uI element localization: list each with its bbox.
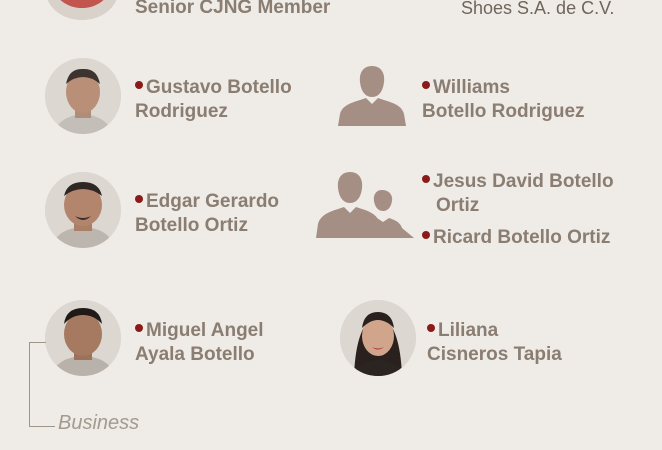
group-silhouette-icon [316,170,416,238]
person-name-williams: Williams Botello Rodriguez [422,77,585,122]
member-role-label: Senior CJNG Member [135,0,331,18]
person-photo-miguel [45,300,121,376]
person-name-liliana: Liliana Cisneros Tapia [427,320,562,365]
person-name-jesus-david: Jesus David Botello Ortiz [422,170,614,218]
business-section-label: Business [58,412,140,434]
person-name-edgar: Edgar Gerardo Botello Ortiz [135,191,280,236]
bullet-icon [422,175,430,183]
company-name: Shoes S.A. de C.V. [461,0,615,18]
business-connector-line [29,426,55,427]
person-name-gustavo: Gustavo Botello Rodriguez [135,77,292,122]
person-photo-liliana [340,300,416,376]
person-name-miguel: Miguel Angel Ayala Botello [135,320,264,365]
person-name-ricard: Ricard Botello Ortiz [422,226,610,250]
person-silhouette-icon [336,60,408,126]
bullet-icon [135,195,143,203]
bullet-icon [427,324,435,332]
person-photo-edgar [45,172,121,248]
bullet-icon [135,324,143,332]
bullet-icon [422,231,430,239]
business-bracket-line [29,342,46,427]
person-photo-gustavo [45,58,121,134]
member-photo-top [46,0,118,20]
bullet-icon [135,81,143,89]
bullet-icon [422,81,430,89]
